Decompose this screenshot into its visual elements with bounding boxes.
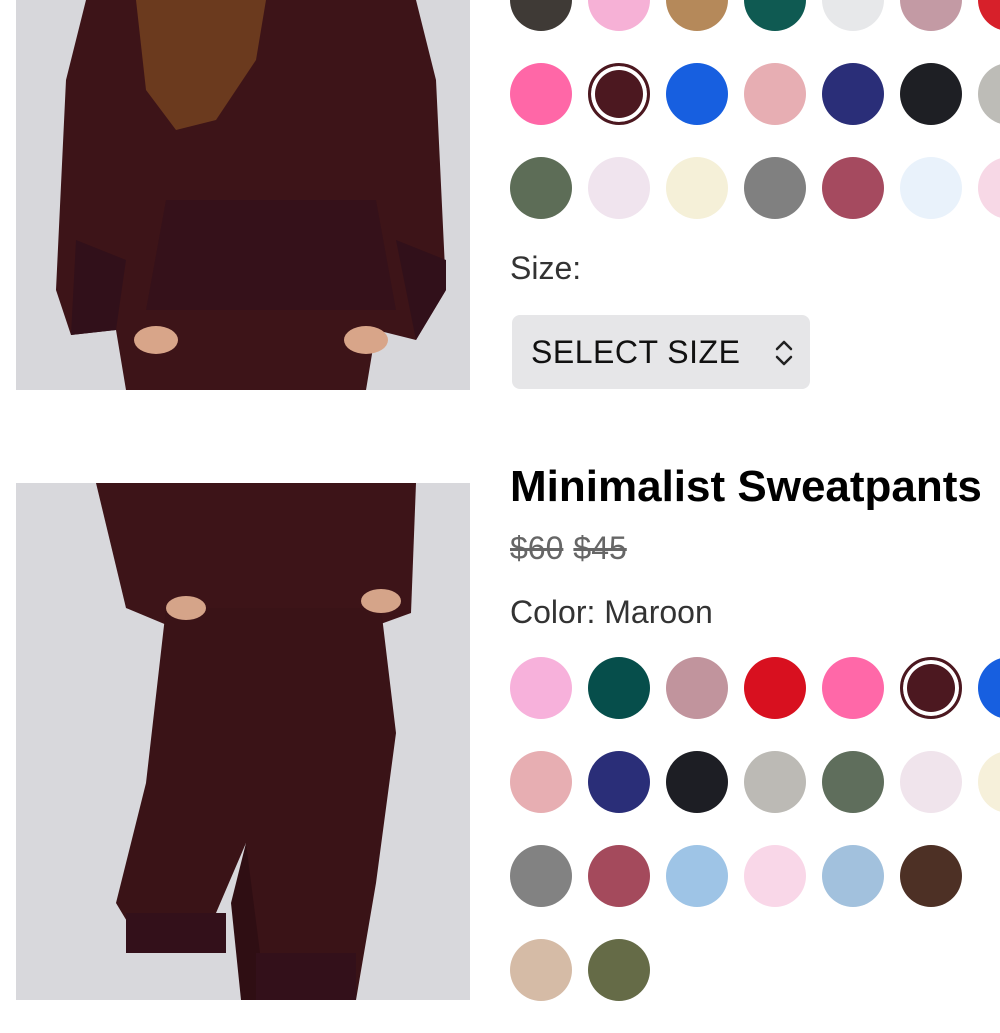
color-swatch[interactable]: [822, 63, 884, 125]
color-swatch[interactable]: [900, 751, 962, 813]
color-swatch[interactable]: [588, 157, 650, 219]
hoodie-photo: [16, 0, 470, 390]
color-swatch[interactable]: [822, 0, 884, 31]
color-swatch[interactable]: [666, 0, 728, 31]
color-swatch[interactable]: [900, 0, 962, 31]
chevron-up-down-icon: [775, 340, 793, 366]
color-swatch[interactable]: [978, 657, 1000, 719]
color-swatch[interactable]: [588, 0, 650, 31]
color-swatch[interactable]: [510, 939, 572, 1001]
color-swatch[interactable]: [744, 0, 806, 31]
size-select-label: SELECT SIZE: [531, 333, 741, 370]
color-swatch[interactable]: [510, 157, 572, 219]
color-swatch[interactable]: [510, 751, 572, 813]
swatch-row: [510, 157, 1000, 219]
color-swatch[interactable]: [588, 751, 650, 813]
sweatpants-photo: [16, 483, 470, 1000]
color-swatch[interactable]: [744, 845, 806, 907]
product-image-sweatpants[interactable]: [16, 483, 470, 1000]
size-select[interactable]: SELECT SIZE: [512, 315, 810, 389]
color-swatch[interactable]: [510, 845, 572, 907]
color-swatches-sweatpants: [510, 657, 1000, 1033]
color-swatch[interactable]: [588, 845, 650, 907]
swatch-row: [510, 845, 1000, 907]
color-swatch[interactable]: [510, 63, 572, 125]
swatch-row: [510, 63, 1000, 125]
color-swatch[interactable]: [666, 657, 728, 719]
swatch-row: [510, 939, 1000, 1001]
swatch-row: [510, 0, 1000, 31]
color-swatch[interactable]: [744, 751, 806, 813]
color-swatch[interactable]: [588, 939, 650, 1001]
size-label: Size:: [510, 250, 582, 286]
color-swatch-selected[interactable]: [588, 63, 650, 125]
color-swatch[interactable]: [978, 0, 1000, 31]
color-swatch[interactable]: [900, 157, 962, 219]
color-swatch[interactable]: [978, 63, 1000, 125]
color-swatch-selected[interactable]: [900, 657, 962, 719]
color-swatch[interactable]: [510, 0, 572, 31]
color-label: Color: Maroon: [510, 594, 713, 630]
color-swatch[interactable]: [588, 657, 650, 719]
color-swatch[interactable]: [978, 751, 1000, 813]
swatch-row: [510, 751, 1000, 813]
color-swatch[interactable]: [666, 845, 728, 907]
price-original: $60: [510, 530, 564, 566]
price-sale: $45: [573, 530, 627, 566]
color-swatch[interactable]: [978, 157, 1000, 219]
color-swatch[interactable]: [900, 63, 962, 125]
product-title[interactable]: Minimalist Sweatpants: [510, 462, 982, 512]
color-swatch[interactable]: [822, 157, 884, 219]
color-swatches-hoodie: [510, 0, 1000, 251]
color-swatch[interactable]: [666, 751, 728, 813]
color-swatch[interactable]: [666, 157, 728, 219]
color-swatch[interactable]: [744, 63, 806, 125]
color-swatch[interactable]: [744, 657, 806, 719]
color-swatch[interactable]: [822, 751, 884, 813]
color-swatch[interactable]: [822, 845, 884, 907]
product-image-hoodie[interactable]: [16, 0, 470, 390]
color-swatch[interactable]: [744, 157, 806, 219]
color-swatch[interactable]: [666, 63, 728, 125]
product-price: $60 $45: [510, 530, 637, 567]
color-swatch[interactable]: [510, 657, 572, 719]
color-swatch[interactable]: [900, 845, 962, 907]
color-swatch[interactable]: [822, 657, 884, 719]
swatch-row: [510, 657, 1000, 719]
